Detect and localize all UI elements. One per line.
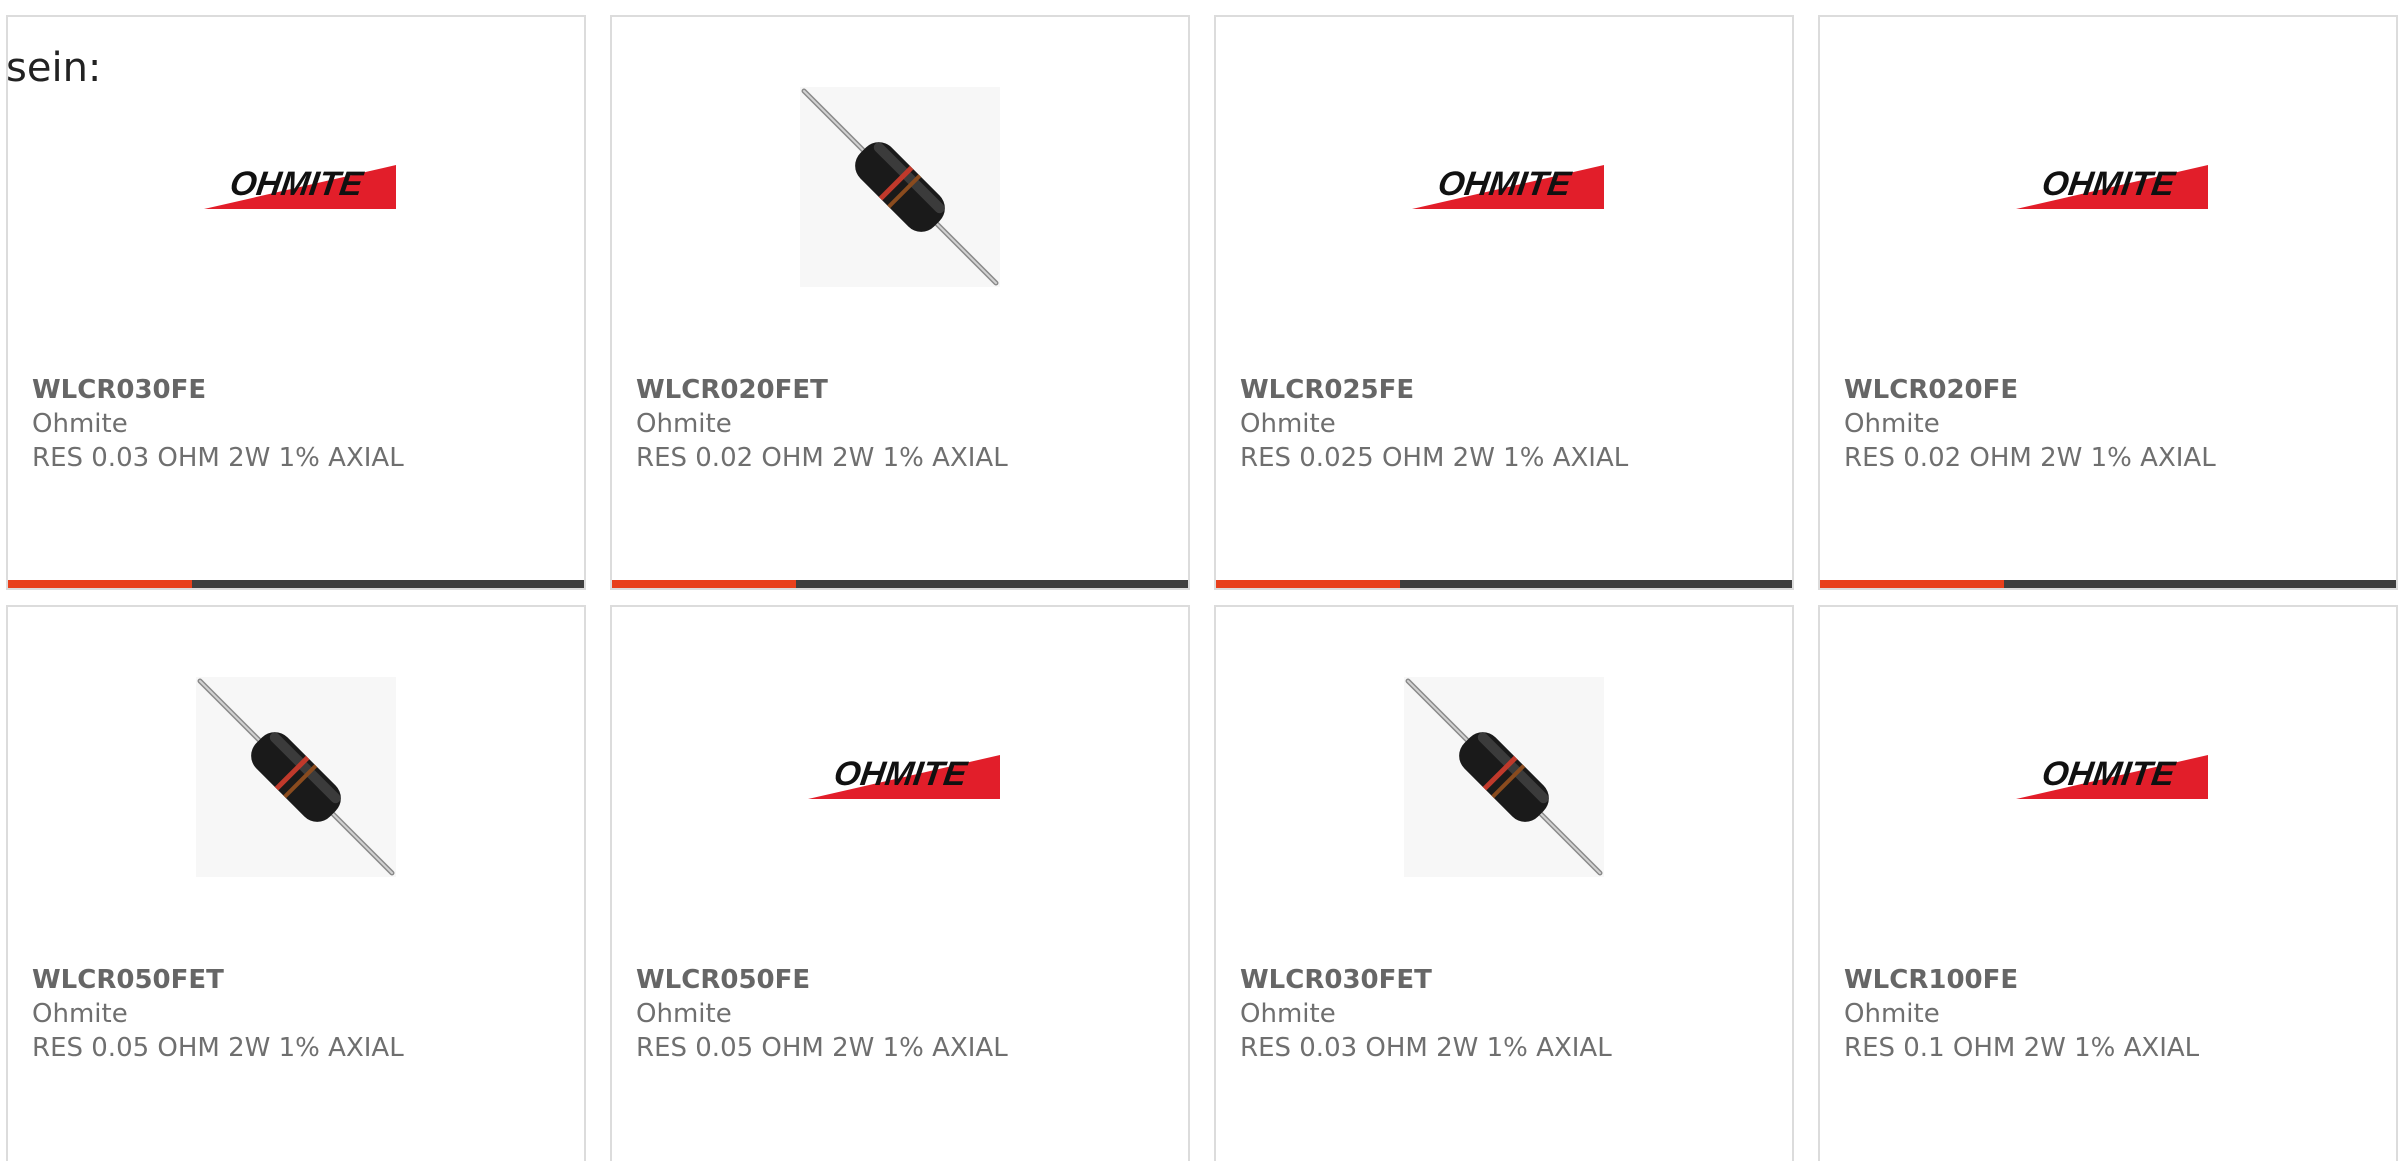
part-number-link[interactable]: WLCR050FET [32,963,572,997]
manufacturer: Ohmite [1844,409,1940,439]
product-info: WLCR020FET Ohmite RES 0.02 OHM 2W 1% AXI… [636,373,1176,475]
product-info: WLCR030FET Ohmite RES 0.03 OHM 2W 1% AXI… [1240,963,1780,1065]
manufacturer: Ohmite [32,999,128,1029]
axial-resistor-icon[interactable] [1404,677,1604,877]
manufacturer: Ohmite [32,409,128,439]
product-info: WLCR030FE Ohmite RES 0.03 OHM 2W 1% AXIA… [32,373,572,475]
product-card[interactable]: OHMITE WLCR050FE Ohmite RES 0.05 OHM 2W … [610,605,1190,1161]
product-info: WLCR100FE Ohmite RES 0.1 OHM 2W 1% AXIAL [1844,963,2384,1065]
svg-text:OHMITE: OHMITE [2040,165,2179,203]
description: RES 0.05 OHM 2W 1% AXIAL [636,1033,1008,1063]
svg-text:OHMITE: OHMITE [832,755,971,793]
product-info: WLCR025FE Ohmite RES 0.025 OHM 2W 1% AXI… [1240,373,1780,475]
part-number-link[interactable]: WLCR025FE [1240,373,1780,407]
intro-text: sein: [6,45,102,91]
progress-bar-fill [8,580,193,588]
svg-text:OHMITE: OHMITE [2040,755,2179,793]
product-info: WLCR050FET Ohmite RES 0.05 OHM 2W 1% AXI… [32,963,572,1065]
product-card[interactable]: WLCR050FET Ohmite RES 0.05 OHM 2W 1% AXI… [6,605,586,1161]
product-card[interactable]: WLCR020FET Ohmite RES 0.02 OHM 2W 1% AXI… [610,15,1190,590]
description: RES 0.02 OHM 2W 1% AXIAL [1844,443,2216,473]
description: RES 0.05 OHM 2W 1% AXIAL [32,1033,404,1063]
description: RES 0.025 OHM 2W 1% AXIAL [1240,443,1629,473]
ohmite-logo-icon[interactable]: OHMITE [800,677,1000,877]
progress-bar [612,580,1188,588]
description: RES 0.02 OHM 2W 1% AXIAL [636,443,1008,473]
ohmite-logo-icon[interactable]: OHMITE [2008,87,2208,287]
part-number-link[interactable]: WLCR100FE [1844,963,2384,997]
manufacturer: Ohmite [636,409,732,439]
product-card[interactable]: OHMITE WLCR020FE Ohmite RES 0.02 OHM 2W … [1818,15,2398,590]
part-number-link[interactable]: WLCR020FET [636,373,1176,407]
progress-bar [1216,580,1792,588]
manufacturer: Ohmite [1240,999,1336,1029]
product-card[interactable]: OHMITE WLCR025FE Ohmite RES 0.025 OHM 2W… [1214,15,1794,590]
progress-bar [1820,580,2396,588]
description: RES 0.1 OHM 2W 1% AXIAL [1844,1033,2200,1063]
axial-resistor-icon[interactable] [800,87,1000,287]
axial-resistor-icon[interactable] [196,677,396,877]
svg-text:OHMITE: OHMITE [1436,165,1575,203]
product-card[interactable]: OHMITE WLCR100FE Ohmite RES 0.1 OHM 2W 1… [1818,605,2398,1161]
part-number-link[interactable]: WLCR030FET [1240,963,1780,997]
part-number-link[interactable]: WLCR050FE [636,963,1176,997]
manufacturer: Ohmite [1844,999,1940,1029]
product-info: WLCR050FE Ohmite RES 0.05 OHM 2W 1% AXIA… [636,963,1176,1065]
description: RES 0.03 OHM 2W 1% AXIAL [32,443,404,473]
manufacturer: Ohmite [1240,409,1336,439]
part-number-link[interactable]: WLCR020FE [1844,373,2384,407]
manufacturer: Ohmite [636,999,732,1029]
ohmite-logo-icon[interactable]: OHMITE [1404,87,1604,287]
progress-bar-fill [1820,580,2005,588]
progress-bar [8,580,584,588]
product-card[interactable]: WLCR030FET Ohmite RES 0.03 OHM 2W 1% AXI… [1214,605,1794,1161]
product-card[interactable]: OHMITE WLCR030FE Ohmite RES 0.03 OHM 2W … [6,15,586,590]
description: RES 0.03 OHM 2W 1% AXIAL [1240,1033,1612,1063]
progress-bar-fill [1216,580,1401,588]
svg-text:OHMITE: OHMITE [228,165,367,203]
progress-bar-fill [612,580,797,588]
product-info: WLCR020FE Ohmite RES 0.02 OHM 2W 1% AXIA… [1844,373,2384,475]
part-number-link[interactable]: WLCR030FE [32,373,572,407]
ohmite-logo-icon[interactable]: OHMITE [196,87,396,287]
product-grid-page: sein: OHMITE WLCR030FE Ohmite RES 0.03 O… [0,0,2400,1161]
ohmite-logo-icon[interactable]: OHMITE [2008,677,2208,877]
